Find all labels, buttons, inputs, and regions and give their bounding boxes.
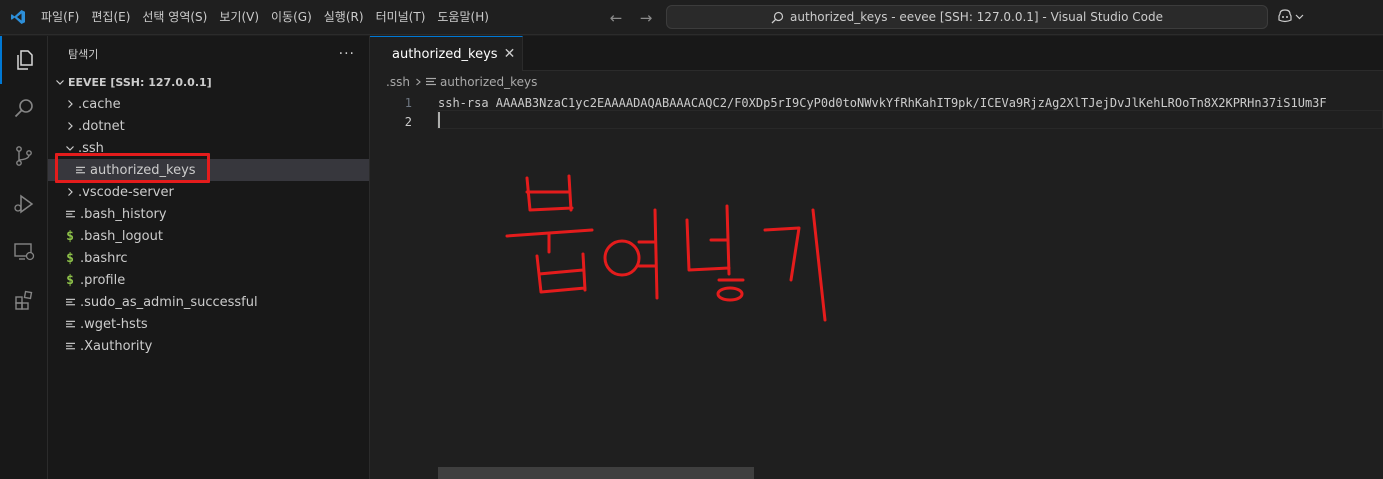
tree-item[interactable]: .dotnet [48, 115, 369, 137]
command-center-text: authorized_keys - eevee [SSH: 127.0.0.1]… [790, 10, 1163, 24]
menu-item[interactable]: 선택 영역(S) [138, 0, 211, 35]
tree-item[interactable]: $ .profile [48, 269, 369, 291]
tree-item[interactable]: $ .bash_logout [48, 225, 369, 247]
file-lines-icon [425, 77, 436, 86]
explorer-icon[interactable] [0, 36, 48, 84]
tree-item[interactable]: .ssh [48, 137, 369, 159]
tab-authorized-keys[interactable]: authorized_keys ✕ [370, 36, 523, 71]
tree-item-label: .vscode-server [78, 184, 174, 200]
chevron-right-icon [62, 187, 78, 197]
breadcrumb-file[interactable]: authorized_keys [440, 75, 537, 89]
activity-bar [0, 36, 48, 479]
sidebar-header: 탐색기 ··· [48, 36, 369, 71]
more-actions-icon[interactable]: ··· [339, 46, 355, 62]
extensions-icon[interactable] [0, 276, 48, 324]
tree-item-label: .ssh [78, 140, 104, 156]
chevron-down-icon [52, 77, 68, 87]
menu-bar: 파일(F) 편집(E) 선택 영역(S) 보기(V) 이동(G) 실행(R) 터미널(T) 도… [35, 0, 495, 35]
chevron-right-icon [416, 78, 421, 86]
copilot-button[interactable] [1277, 8, 1304, 24]
tab-bar: authorized_keys ✕ [370, 36, 1383, 71]
file-lines-icon [62, 210, 78, 219]
tree-item-label: .wget-hsts [80, 316, 148, 332]
file-lines-icon [62, 298, 78, 307]
menu-item[interactable]: 터미널(T) [372, 0, 430, 35]
shell-script-icon: $ [66, 272, 74, 288]
menu-item[interactable]: 이동(G) [267, 0, 316, 35]
line-text: ssh-rsa AAAAB3NzaC1yc2EAAAADAQABAAACAQC2… [438, 95, 1327, 110]
back-arrow-icon[interactable]: ← [606, 9, 626, 27]
search-icon[interactable] [0, 84, 48, 132]
menu-item[interactable]: 실행(R) [320, 0, 368, 35]
text-cursor [438, 112, 440, 128]
tree-item[interactable]: .vscode-server [48, 181, 369, 203]
tree-item[interactable]: .cache [48, 93, 369, 115]
chevron-down-icon [62, 143, 78, 153]
menu-item[interactable]: 도움말(H) [433, 0, 493, 35]
chevron-right-icon [62, 121, 78, 131]
tree-item-label: .Xauthority [80, 338, 153, 354]
forward-arrow-icon[interactable]: → [636, 9, 656, 27]
close-icon[interactable]: ✕ [504, 46, 516, 62]
breadcrumb-folder[interactable]: .ssh [386, 75, 410, 89]
tree-item[interactable]: .Xauthority [48, 335, 369, 357]
handwritten-annotation [505, 174, 827, 322]
menu-item[interactable]: 보기(V) [215, 0, 263, 35]
tree-item-label: .bash_logout [80, 228, 163, 244]
chevron-right-icon [62, 99, 78, 109]
line-number: 1 [404, 95, 412, 110]
menu-item[interactable]: 파일(F) [37, 0, 83, 35]
tree-item[interactable]: .sudo_as_admin_successful [48, 291, 369, 313]
workspace-section-header[interactable]: EEVEE [SSH: 127.0.0.1] [48, 71, 369, 93]
shell-script-icon: $ [66, 228, 74, 244]
workspace-name: EEVEE [SSH: 127.0.0.1] [68, 75, 212, 89]
file-lines-icon [72, 166, 88, 175]
title-bar: 파일(F) 편집(E) 선택 영역(S) 보기(V) 이동(G) 실행(R) 터미널(T) 도… [0, 0, 1383, 35]
file-lines-icon [62, 342, 78, 351]
explorer-sidebar: 탐색기 ··· EEVEE [SSH: 127.0.0.1] .cache .do… [48, 36, 370, 479]
tree-item-label: authorized_keys [90, 162, 196, 178]
tree-item-label: .bashrc [80, 250, 128, 266]
tree-item-label: .cache [78, 96, 121, 112]
remote-explorer-icon[interactable] [0, 228, 48, 276]
source-control-icon[interactable] [0, 132, 48, 180]
sidebar-title: 탐색기 [68, 47, 99, 61]
line-number: 2 [404, 114, 412, 129]
command-center[interactable]: authorized_keys - eevee [SSH: 127.0.0.1]… [666, 5, 1268, 29]
tree-item[interactable]: .bash_history [48, 203, 369, 225]
horizontal-scrollbar[interactable] [438, 467, 754, 479]
menu-item[interactable]: 편집(E) [87, 0, 134, 35]
breadcrumb: .ssh authorized_keys [370, 71, 1383, 93]
navigation-arrows: ← → [606, 0, 656, 35]
tree-item-label: .dotnet [78, 118, 125, 134]
vscode-logo-icon [0, 0, 35, 35]
run-debug-icon[interactable] [0, 180, 48, 228]
tree-item[interactable]: $ .bashrc [48, 247, 369, 269]
tree-item-label: .profile [80, 272, 126, 288]
copilot-icon [1278, 9, 1292, 23]
file-lines-icon [62, 320, 78, 329]
file-tree: .cache .dotnet .ssh authorized_keys .vscode-… [48, 93, 369, 357]
tree-item-label: .bash_history [80, 206, 167, 222]
current-line-highlight [437, 110, 1383, 129]
tab-label: authorized_keys [392, 46, 498, 62]
shell-script-icon: $ [66, 250, 74, 266]
tree-item-label: .sudo_as_admin_successful [80, 294, 258, 310]
chevron-down-icon [1295, 14, 1304, 19]
tree-item[interactable]: .wget-hsts [48, 313, 369, 335]
search-icon [771, 11, 784, 23]
tree-item[interactable]: authorized_keys [48, 159, 369, 181]
